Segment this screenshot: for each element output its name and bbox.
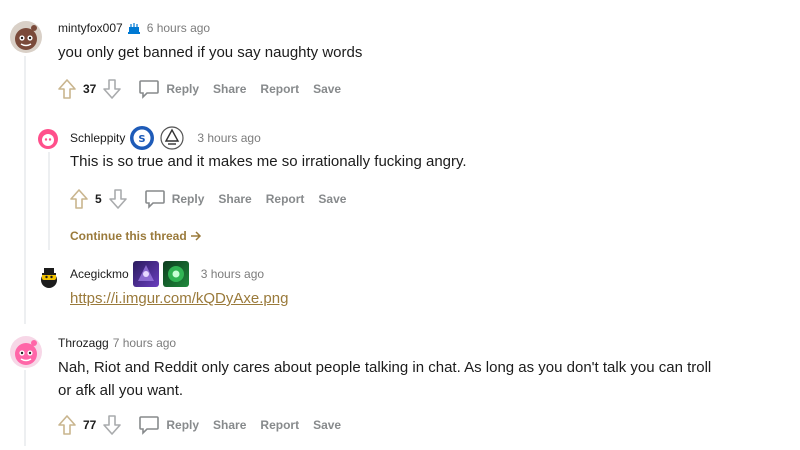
avatar[interactable] (9, 20, 43, 54)
reply-label: Reply (166, 418, 200, 432)
comment-icon (139, 416, 160, 435)
upvote-icon[interactable] (69, 188, 89, 210)
image-link[interactable]: https://i.imgur.com/kQDyAxe.png (70, 290, 288, 307)
save-button[interactable]: Save (313, 82, 341, 96)
downvote-icon[interactable] (102, 78, 122, 100)
comment-meta: Acegickmo 3 hours ago (70, 259, 264, 289)
reply-label: Reply (166, 82, 200, 96)
comment-meta: Schleppity S 3 hours ago (70, 124, 261, 152)
schalke-badge-icon: S (129, 125, 156, 151)
thread-line[interactable] (24, 370, 26, 446)
share-button[interactable]: Share (213, 82, 246, 96)
username[interactable]: Schleppity (70, 131, 125, 145)
comment-icon (144, 190, 165, 209)
share-button[interactable]: Share (218, 192, 251, 206)
reply-button[interactable]: Reply (138, 415, 199, 435)
report-button[interactable]: Report (266, 192, 305, 206)
comment-actions: 5 Reply Share Report Save (69, 187, 346, 211)
svg-text:S: S (139, 134, 146, 145)
comment-body-line: or afk all you want. (58, 382, 184, 399)
timestamp[interactable]: 3 hours ago (201, 267, 264, 281)
comment-actions: 77 Reply Share Report Save (57, 413, 341, 437)
vote-score: 37 (83, 82, 97, 96)
vote-score: 5 (95, 192, 102, 206)
username[interactable]: mintyfox007 (58, 21, 123, 35)
thread-line[interactable] (24, 56, 26, 324)
upvote-icon[interactable] (57, 78, 77, 100)
timestamp[interactable]: 3 hours ago (197, 131, 260, 145)
share-button[interactable]: Share (213, 418, 246, 432)
comment-body: This is so true and it makes me so irrat… (70, 153, 467, 170)
continue-thread-label: Continue this thread (70, 229, 187, 243)
downvote-icon[interactable] (108, 188, 128, 210)
reply-button[interactable]: Reply (144, 189, 205, 209)
thread-line[interactable] (48, 152, 50, 250)
vote-score: 77 (83, 418, 97, 432)
avatar[interactable] (38, 264, 60, 290)
report-button[interactable]: Report (260, 418, 299, 432)
report-button[interactable]: Report (260, 82, 299, 96)
comment-meta: Throzagg 7 hours ago (58, 336, 176, 350)
timestamp[interactable]: 7 hours ago (113, 336, 176, 350)
team-emblem-icon (159, 125, 185, 151)
comment-meta: mintyfox007 6 hours ago (58, 21, 210, 35)
champion-flair-icon (132, 261, 159, 287)
comment-icon (139, 80, 160, 99)
continue-thread-link[interactable]: Continue this thread (70, 229, 202, 243)
champion-flair-icon (162, 261, 189, 287)
save-button[interactable]: Save (313, 418, 341, 432)
comment-actions: 37 Reply Share Report Save (57, 77, 341, 101)
save-button[interactable]: Save (318, 192, 346, 206)
arrow-right-icon (190, 230, 202, 242)
avatar[interactable] (37, 128, 59, 150)
reply-label: Reply (171, 192, 205, 206)
timestamp[interactable]: 6 hours ago (147, 21, 210, 35)
username[interactable]: Throzagg (58, 336, 109, 350)
avatar[interactable] (9, 335, 43, 369)
cake-day-icon (127, 21, 141, 35)
username[interactable]: Acegickmo (70, 267, 129, 281)
comment-body: you only get banned if you say naughty w… (58, 44, 363, 61)
reply-button[interactable]: Reply (138, 79, 199, 99)
upvote-icon[interactable] (57, 414, 77, 436)
downvote-icon[interactable] (102, 414, 122, 436)
comment-body-line: Nah, Riot and Reddit only cares about pe… (58, 359, 712, 376)
